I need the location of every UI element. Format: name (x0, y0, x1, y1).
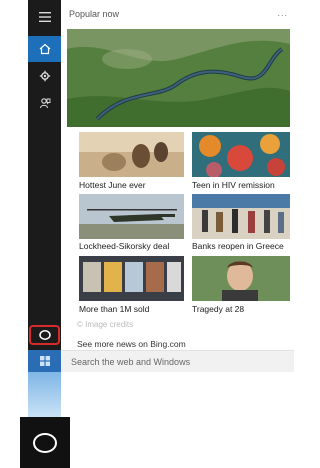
image-credits[interactable]: © Image credits (77, 320, 133, 329)
cortana-circle-icon (38, 330, 51, 340)
hamburger-icon (38, 12, 51, 22)
virus-image (192, 132, 290, 177)
news-panel: Popular now ... Hottest June ever Teen i… (61, 0, 294, 350)
helicopter-image (79, 194, 184, 239)
product-image (79, 256, 184, 301)
news-tile-banks[interactable] (192, 194, 290, 239)
cortana-rail (28, 0, 61, 372)
hamburger-button[interactable] (28, 4, 61, 30)
settings-icon (39, 70, 50, 82)
windows-logo-icon (39, 356, 50, 366)
feedback-button[interactable] (28, 90, 61, 116)
start-button[interactable] (28, 350, 61, 372)
news-caption[interactable]: Hottest June ever (79, 180, 194, 190)
news-caption[interactable]: Teen in HIV remission (192, 180, 307, 190)
news-tile-heat[interactable] (79, 132, 184, 177)
zoom-callout (28, 372, 61, 417)
river-landscape-image (67, 29, 290, 127)
section-title: Popular now (69, 9, 120, 19)
news-caption[interactable]: Tragedy at 28 (192, 304, 307, 314)
feedback-icon (39, 98, 50, 109)
hero-image[interactable] (67, 29, 290, 127)
news-caption[interactable]: Lockheed-Sikorsky deal (79, 241, 194, 251)
cortana-circle-icon-large (33, 432, 57, 453)
news-caption[interactable]: Banks reopen in Greece (192, 241, 307, 251)
search-box[interactable] (61, 350, 294, 372)
crowd-image (192, 194, 290, 239)
more-options[interactable]: ... (277, 8, 288, 18)
notebook-button[interactable] (28, 63, 61, 89)
news-tile-tragedy[interactable] (192, 256, 290, 301)
home-icon (39, 43, 50, 55)
news-tile-sold[interactable] (79, 256, 184, 301)
news-caption[interactable]: More than 1M sold (79, 304, 194, 314)
cortana-button-zoomed[interactable] (20, 417, 70, 468)
news-tile-helicopter[interactable] (79, 194, 184, 239)
home-button[interactable] (28, 36, 61, 62)
see-more-link[interactable]: See more news on Bing.com (77, 339, 186, 349)
portrait-image (192, 256, 290, 301)
heat-image (79, 132, 184, 177)
search-input[interactable] (69, 355, 294, 368)
news-tile-hiv[interactable] (192, 132, 290, 177)
cortana-button-highlighted[interactable] (29, 325, 60, 345)
